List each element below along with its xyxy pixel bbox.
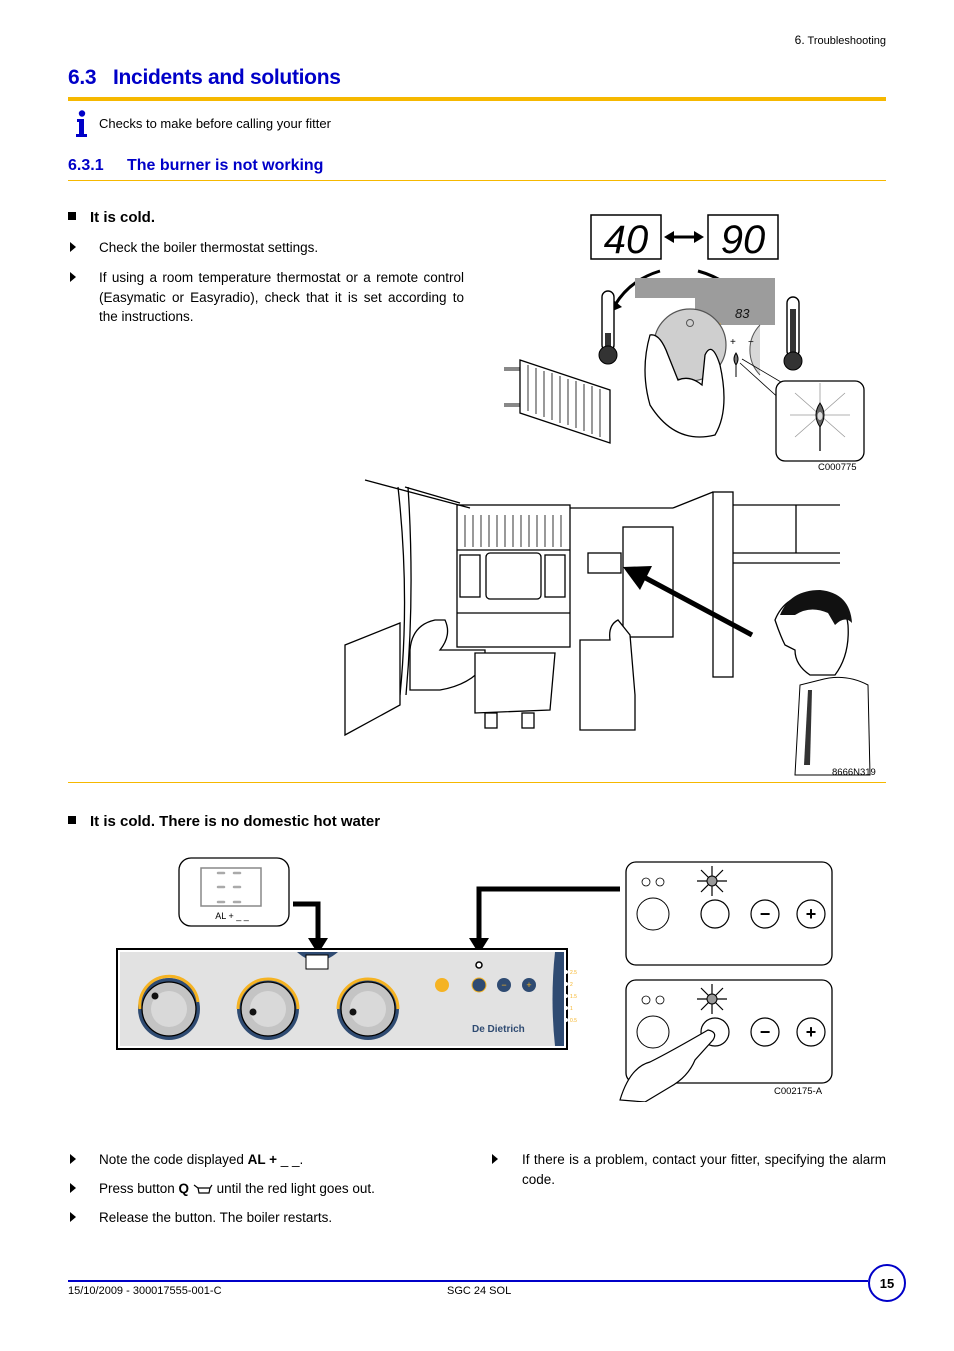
subsection-heading: 6.3.1 The burner is not working — [68, 157, 323, 175]
display-left: 40 — [590, 214, 662, 262]
bullet-text: If using a room temperature thermostat o… — [99, 270, 464, 324]
svg-text:+: + — [806, 1022, 817, 1042]
square-bullet-icon — [68, 816, 76, 824]
arrow-bullet-icon — [492, 1154, 498, 1164]
svg-text:2.5: 2.5 — [570, 970, 577, 976]
svg-text:−: − — [760, 904, 771, 924]
section-number: 6.3 — [68, 66, 97, 89]
bullet-text-part: _ _. — [277, 1152, 304, 1167]
living-room-figure: 8666N319 — [344, 479, 876, 778]
bullet-text: Press button Q until the red light goes … — [99, 1179, 375, 1199]
figure-code: 8666N319 — [832, 767, 876, 778]
brand-logo: De Dietrich — [472, 1024, 525, 1035]
subsection-title: The burner is not working — [127, 157, 324, 174]
figure-code: C000775 — [818, 462, 857, 473]
horn-button-icon — [193, 1184, 213, 1194]
display-right: 90 — [707, 214, 779, 262]
panel-band — [635, 278, 775, 307]
radiator-illustration — [504, 359, 611, 444]
svg-text:0.5: 0.5 — [570, 1018, 577, 1024]
bullet-text: Note the code displayed AL + _ _. — [99, 1150, 303, 1170]
double-arrow-icon — [664, 231, 704, 243]
chapter-header: 6. Troubleshooting — [795, 33, 886, 47]
bullet-text: Check the boiler thermostat settings. — [99, 240, 319, 255]
bullet-text-part: until the red light goes out. — [212, 1181, 375, 1196]
display-left-value: 40 — [604, 218, 649, 262]
arrow-bullet-icon — [70, 1212, 76, 1222]
case-heading-text: It is cold. — [90, 209, 156, 226]
bullet-text-bold: AL + — [247, 1152, 277, 1167]
page-number: 15 — [868, 1264, 906, 1302]
room-thermostat — [587, 552, 622, 574]
thermometer-low-icon — [598, 290, 618, 365]
chapter-number: 6. — [794, 33, 805, 47]
case-heading-text: It is cold. There is no domestic hot wat… — [90, 813, 381, 830]
look-arrow-icon — [638, 572, 754, 638]
svg-text:2: 2 — [570, 982, 573, 988]
figure-divider — [68, 782, 886, 783]
thermostat-adjust-figure: 40 90 83 + − C000775 — [504, 214, 865, 473]
svg-text:+: + — [806, 904, 817, 924]
tv-illustration — [485, 552, 542, 600]
info-icon — [76, 110, 87, 137]
arrow-bullet-icon — [70, 272, 76, 282]
footer-model: SGC 24 SOL — [447, 1285, 512, 1297]
panel-display-value: 83 — [735, 306, 750, 321]
arrow-bullet-icon — [70, 242, 76, 252]
svg-text:−: − — [760, 1022, 771, 1042]
svg-text:−: − — [748, 337, 754, 348]
footer-divider — [68, 1280, 868, 1282]
arrow-bullet-icon — [70, 1183, 76, 1193]
bullet-text-part: Press button — [99, 1181, 179, 1196]
section-title: Incidents and solutions — [113, 66, 341, 89]
section-divider — [68, 97, 886, 101]
svg-text:1: 1 — [570, 1006, 573, 1012]
alarm-led — [475, 961, 483, 969]
info-button[interactable] — [435, 978, 449, 992]
svg-text:+: + — [526, 980, 531, 990]
thermometer-high-icon — [783, 296, 803, 371]
bullet-text: If there is a problem, contact your fitt… — [522, 1152, 886, 1187]
square-bullet-icon — [68, 212, 76, 220]
mode-selector-dial[interactable] — [138, 974, 200, 1040]
heating-temperature-dial[interactable] — [236, 977, 300, 1040]
footer-doc-ref: 15/10/2009 - 300017555-001-C — [68, 1285, 222, 1297]
figure-code: C002175-A — [774, 1086, 823, 1097]
svg-text:−: − — [501, 980, 506, 990]
info-note: Checks to make before calling your fitte… — [99, 116, 331, 131]
subsection-divider — [68, 180, 886, 181]
case-heading-cold: It is cold. — [68, 209, 155, 226]
dhw-temperature-dial[interactable] — [336, 977, 400, 1040]
svg-text:+: + — [730, 337, 736, 348]
reset-button[interactable] — [471, 977, 487, 993]
section-heading: 6.3 Incidents and solutions — [68, 66, 341, 90]
chapter-title: Troubleshooting — [807, 35, 886, 47]
arrow-bullet-icon — [70, 1154, 76, 1164]
alarm-code-label: AL + _ _ — [215, 911, 249, 921]
control-panel-figure: AL + _ _ 2.5 2 1.5 1 0.5 + − De Dietrich… — [116, 857, 833, 1102]
case-heading-no-dhw: It is cold. There is no domestic hot wat… — [68, 813, 380, 830]
panel-display — [305, 954, 329, 970]
bullet-text-bold: Q — [178, 1181, 190, 1196]
reset-button-zoom — [700, 899, 730, 929]
person-illustration — [774, 590, 871, 776]
subsection-number: 6.3.1 — [68, 157, 104, 174]
display-right-value: 90 — [721, 218, 766, 262]
bullet-text-part: Note the code displayed — [99, 1152, 248, 1167]
bullet-text: Release the button. The boiler restarts. — [99, 1210, 333, 1225]
svg-text:1.5: 1.5 — [570, 994, 577, 1000]
